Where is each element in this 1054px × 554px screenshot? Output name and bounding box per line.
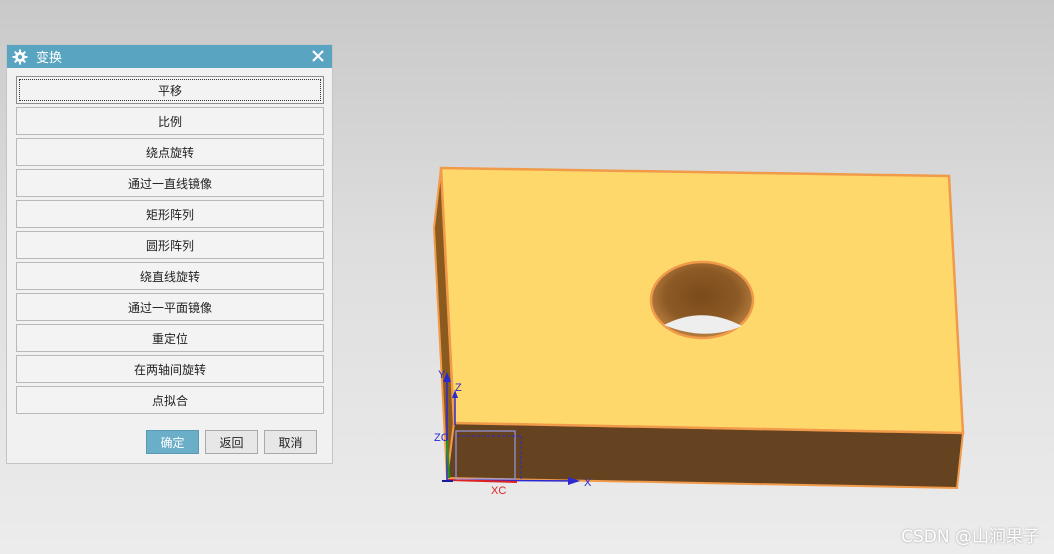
translate-button[interactable]: 平移 bbox=[16, 76, 324, 104]
axis-label-zc: ZC bbox=[434, 432, 449, 444]
point-fit-button[interactable]: 点拟合 bbox=[16, 386, 324, 414]
dialog-titlebar[interactable]: 变换 bbox=[7, 45, 332, 68]
rectangular-array-button[interactable]: 矩形阵列 bbox=[16, 200, 324, 228]
block-front-face bbox=[445, 421, 965, 490]
axis-label-x: X bbox=[584, 477, 592, 489]
axis-label-z: Z bbox=[455, 382, 462, 394]
axis-label-y: Y bbox=[438, 369, 446, 381]
circular-array-button[interactable]: 圆形阵列 bbox=[16, 231, 324, 259]
ok-button[interactable]: 确定 bbox=[146, 430, 199, 454]
dialog-footer: 确定 返回 取消 bbox=[7, 430, 332, 456]
cancel-button[interactable]: 取消 bbox=[264, 430, 317, 454]
transform-dialog: 变换 平移 比例 绕点旋转 通过一直线镜像 矩形阵列 圆形阵列 绕直线旋转 通过… bbox=[6, 44, 333, 464]
gear-icon bbox=[12, 49, 28, 65]
transform-options-list: 平移 比例 绕点旋转 通过一直线镜像 矩形阵列 圆形阵列 绕直线旋转 通过一平面… bbox=[16, 76, 324, 417]
back-button[interactable]: 返回 bbox=[205, 430, 258, 454]
axis-label-xc: XC bbox=[491, 485, 506, 497]
reposition-button[interactable]: 重定位 bbox=[16, 324, 324, 352]
rotate-between-axes-button[interactable]: 在两轴间旋转 bbox=[16, 355, 324, 383]
dialog-title: 变换 bbox=[36, 51, 63, 66]
mirror-through-plane-button[interactable]: 通过一平面镜像 bbox=[16, 293, 324, 321]
rotate-about-line-button[interactable]: 绕直线旋转 bbox=[16, 262, 324, 290]
watermark: CSDN @山涧果子 bbox=[901, 527, 1040, 547]
close-icon[interactable] bbox=[308, 46, 328, 66]
rotate-about-point-button[interactable]: 绕点旋转 bbox=[16, 138, 324, 166]
mirror-through-line-button[interactable]: 通过一直线镜像 bbox=[16, 169, 324, 197]
scale-button[interactable]: 比例 bbox=[16, 107, 324, 135]
